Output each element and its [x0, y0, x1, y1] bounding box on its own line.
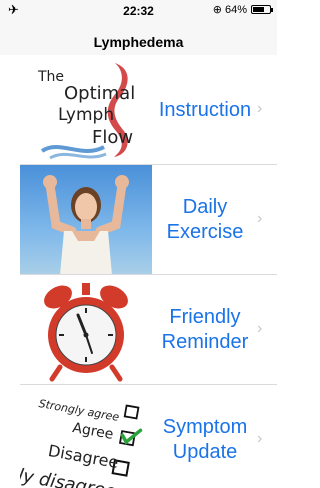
thumb-text-flow: Flow [92, 127, 134, 148]
row-label: Daily Exercise [152, 165, 258, 275]
row-label-line2: Update [172, 441, 238, 463]
chevron-right-icon: › [257, 430, 263, 447]
row-label-line2: Exercise [166, 221, 244, 243]
row-label-text: Instruction [158, 98, 252, 121]
exercise-image [20, 165, 152, 275]
list-item-daily-exercise[interactable]: Daily Exercise › [0, 165, 277, 275]
row-label-line1: Symptom [162, 416, 248, 438]
row-label-line1: Daily [182, 196, 228, 218]
lymph-flow-image: The Optimal Lymph Flow [20, 55, 152, 165]
chevron-right-icon: › [257, 320, 263, 337]
status-bar: ✈ 22:32 ⊕ 64% [0, 0, 277, 20]
chevron-right-icon: › [257, 210, 263, 227]
thumb-text-optimal: Optimal [64, 83, 136, 104]
row-label: Friendly Reminder [152, 275, 258, 385]
row-label-line1: Friendly [169, 306, 241, 328]
list-item-symptom-update[interactable]: Strongly agree Agree Disagree ly disagre… [0, 385, 277, 488]
chevron-right-icon: › [257, 100, 263, 117]
rotation-lock-icon: ⊕ [212, 4, 222, 16]
status-right: ⊕ 64% [212, 3, 273, 16]
row-label: Symptom Update [152, 385, 258, 488]
page-title: Lymphedema [93, 34, 184, 50]
thumb-text-the: The [38, 69, 65, 85]
alarm-clock-image [20, 275, 152, 385]
thumb-text-lymph: Lymph [58, 105, 115, 125]
list-item-friendly-reminder[interactable]: Friendly Reminder › [0, 275, 277, 385]
survey-image: Strongly agree Agree Disagree ly disagre… [20, 385, 152, 488]
battery-percent: 64% [224, 3, 247, 16]
row-label: Instruction [152, 55, 258, 165]
battery-icon [251, 5, 273, 14]
row-label-line2: Reminder [161, 331, 249, 353]
list-item-instruction[interactable]: The Optimal Lymph Flow Instruction › [0, 55, 277, 165]
